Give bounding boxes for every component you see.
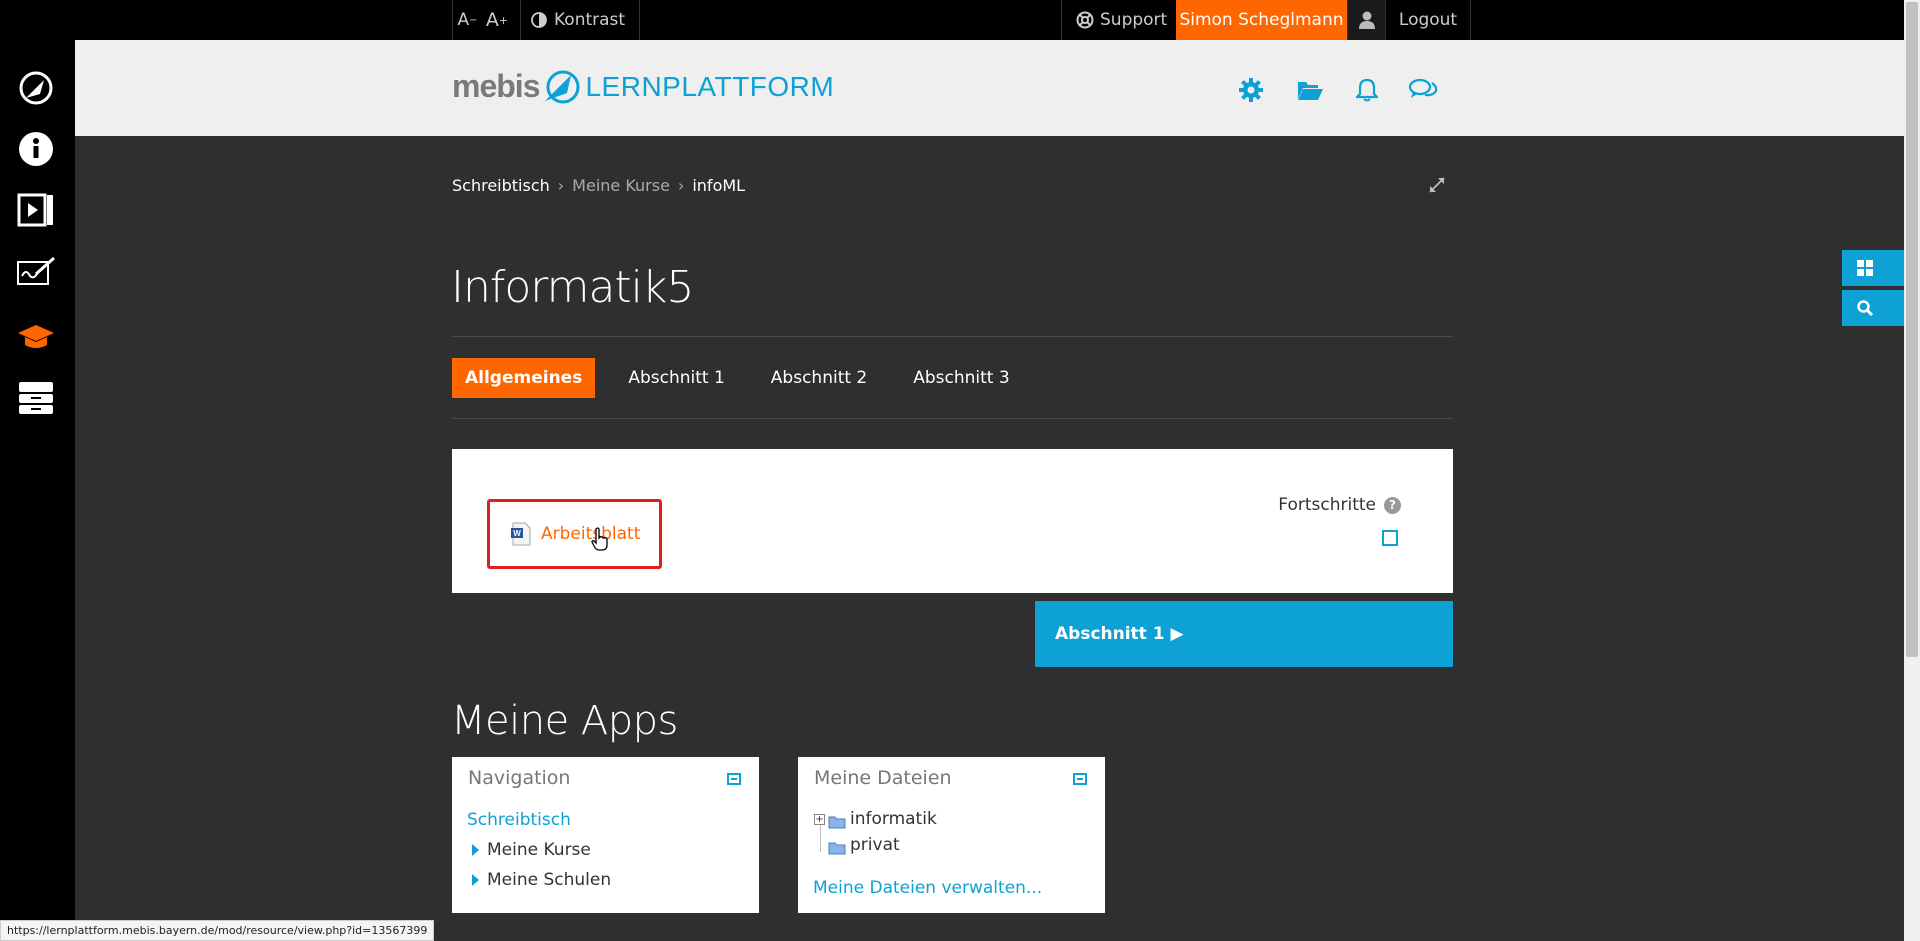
expand-arrow-icon xyxy=(472,874,479,886)
archive-icon[interactable] xyxy=(14,376,58,420)
notifications-bell-icon[interactable] xyxy=(1351,76,1383,104)
hand-cursor-icon xyxy=(591,527,608,551)
breadcrumb: Schreibtisch › Meine Kurse › infoML xyxy=(452,176,745,195)
section-tabs: Allgemeines Abschnitt 1 Abschnitt 2 Absc… xyxy=(452,358,1043,398)
next-section-button[interactable]: Abschnitt 1 ▶ xyxy=(1035,601,1453,667)
settings-gear-icon[interactable] xyxy=(1235,76,1267,104)
scrollbar-thumb[interactable] xyxy=(1906,2,1918,657)
user-icon xyxy=(1358,11,1375,29)
nav-item-meine-kurse[interactable]: Meine Kurse xyxy=(472,840,591,860)
tab-abschnitt-1[interactable]: Abschnitt 1 xyxy=(615,358,737,398)
lifebuoy-icon xyxy=(1076,11,1094,29)
folder-icon xyxy=(828,816,846,829)
contrast-icon xyxy=(531,12,547,28)
progress-label: Fortschritte xyxy=(1278,495,1376,515)
files-block-title: Meine Dateien xyxy=(814,767,952,789)
user-name: Simon Scheglmann xyxy=(1179,10,1344,30)
apps-title: Meine Apps xyxy=(451,698,678,744)
grid-icon xyxy=(1857,260,1873,276)
page-scrollbar[interactable] xyxy=(1904,0,1920,941)
folder-open-icon[interactable] xyxy=(1294,76,1326,104)
graduation-cap-icon[interactable] xyxy=(14,315,58,359)
font-increase-button[interactable]: A + xyxy=(482,0,512,40)
media-play-icon[interactable] xyxy=(14,188,58,232)
breadcrumb-separator: › xyxy=(677,176,685,195)
breadcrumb-schreibtisch[interactable]: Schreibtisch xyxy=(452,176,550,195)
browser-status-url: https://lernplattform.mebis.bayern.de/mo… xyxy=(0,920,435,941)
activity-highlight: W Arbeitsblatt xyxy=(487,499,662,569)
navigation-block-title: Navigation xyxy=(468,767,571,789)
tree-expand-icon[interactable]: + xyxy=(814,813,825,825)
word-document-icon: W xyxy=(511,522,531,546)
divider xyxy=(452,336,1453,337)
manage-files-link[interactable]: Meine Dateien verwalten... xyxy=(813,878,1042,898)
dashboard-grid-button[interactable] xyxy=(1842,250,1904,286)
svg-text:W: W xyxy=(513,529,521,538)
breadcrumb-meine-kurse[interactable]: Meine Kurse xyxy=(572,176,670,195)
support-link[interactable]: Support xyxy=(1061,0,1179,40)
divider xyxy=(452,418,1453,419)
course-title: Informatik5 xyxy=(451,262,694,313)
font-decrease-button[interactable]: A − xyxy=(452,0,482,40)
nav-schreibtisch-link[interactable]: Schreibtisch xyxy=(467,810,571,830)
completion-checkbox[interactable] xyxy=(1382,530,1398,546)
mebis-logo[interactable]: mebis LERNPLATTFORM xyxy=(452,68,834,105)
top-bar: A − A + Kontrast Support Simon Scheglmann … xyxy=(75,0,1904,40)
user-menu-button[interactable]: Simon Scheglmann xyxy=(1176,0,1347,40)
collapse-icon[interactable] xyxy=(1073,773,1087,785)
logout-label: Logout xyxy=(1398,10,1458,30)
folder-label: informatik xyxy=(850,809,937,829)
nav-item-label: Meine Kurse xyxy=(487,840,591,860)
collapse-icon[interactable] xyxy=(727,773,741,785)
progress-header: Fortschritte ? xyxy=(1278,495,1401,515)
breadcrumb-separator: › xyxy=(557,176,565,195)
user-profile-button[interactable] xyxy=(1347,0,1385,40)
breadcrumb-infoml[interactable]: infoML xyxy=(692,176,745,195)
folder-item-informatik[interactable]: + informatik xyxy=(814,809,937,829)
search-button[interactable] xyxy=(1842,290,1904,326)
mebis-home-icon[interactable] xyxy=(14,66,58,110)
tab-abschnitt-3[interactable]: Abschnitt 3 xyxy=(900,358,1022,398)
files-block: Meine Dateien + informatik privat Meine … xyxy=(798,757,1105,913)
expand-icon[interactable] xyxy=(1428,176,1446,198)
tab-abschnitt-2[interactable]: Abschnitt 2 xyxy=(758,358,880,398)
contrast-label: Kontrast xyxy=(554,10,626,30)
expand-arrow-icon xyxy=(472,844,479,856)
support-label: Support xyxy=(1100,10,1168,30)
left-sidebar xyxy=(0,0,75,941)
activity-arbeitsblatt-link[interactable]: W Arbeitsblatt xyxy=(510,522,640,546)
folder-label: privat xyxy=(850,835,900,855)
search-icon xyxy=(1857,300,1873,316)
mebis-logo-icon xyxy=(545,70,580,103)
help-icon[interactable]: ? xyxy=(1384,496,1401,514)
messages-chat-icon[interactable] xyxy=(1407,76,1439,104)
navigation-block: Navigation Schreibtisch Meine Kurse Mein… xyxy=(452,757,759,913)
nav-item-label: Meine Schulen xyxy=(487,870,612,890)
header: mebis LERNPLATTFORM xyxy=(75,40,1904,136)
folder-icon xyxy=(828,842,846,855)
logout-link[interactable]: Logout xyxy=(1385,0,1471,40)
tab-allgemeines[interactable]: Allgemeines xyxy=(452,358,596,398)
signature-icon[interactable] xyxy=(14,249,58,293)
folder-item-privat[interactable]: privat xyxy=(828,835,900,855)
info-icon[interactable] xyxy=(14,127,58,171)
contrast-button[interactable]: Kontrast xyxy=(520,0,641,40)
nav-item-meine-schulen[interactable]: Meine Schulen xyxy=(472,870,611,890)
section-content: W Arbeitsblatt Fortschritte ? xyxy=(452,449,1453,593)
